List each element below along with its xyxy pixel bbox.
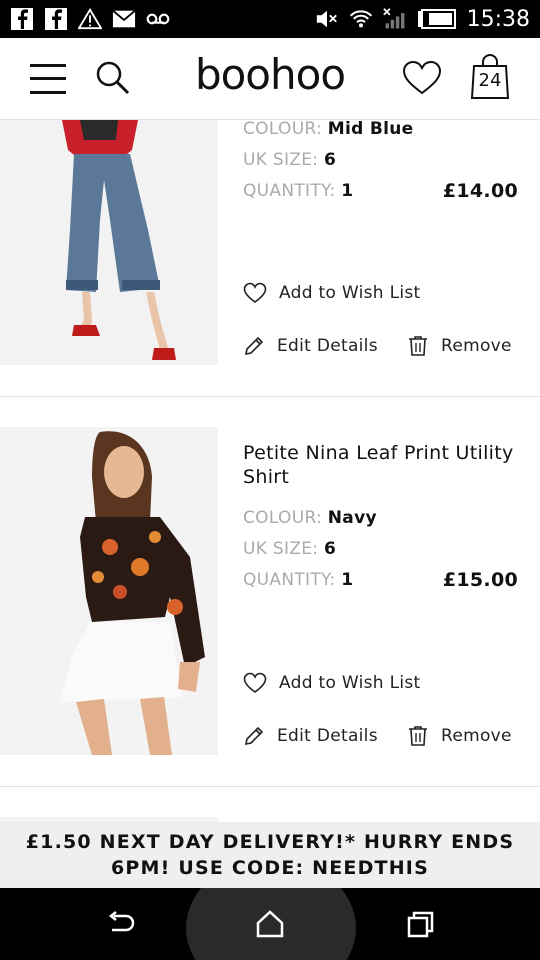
menu-icon[interactable] bbox=[30, 62, 66, 96]
edit-details-button[interactable]: Edit Details bbox=[243, 335, 378, 357]
size-label: UK SIZE: bbox=[243, 150, 319, 170]
back-icon[interactable] bbox=[104, 908, 138, 942]
colour-label: COLOUR: bbox=[243, 508, 323, 528]
wishlist-heart-icon[interactable] bbox=[402, 60, 442, 96]
add-to-wishlist-label: Add to Wish List bbox=[279, 673, 421, 693]
edit-details-label: Edit Details bbox=[277, 336, 378, 356]
signal-icon bbox=[382, 7, 407, 31]
basket-item: Petite Nina Leaf Print Utility Shirt COL… bbox=[0, 397, 540, 787]
recent-apps-icon[interactable] bbox=[404, 908, 438, 942]
battery-icon bbox=[417, 7, 457, 31]
promo-banner[interactable]: £1.50 NEXT DAY DELIVERY!* HURRY ENDS 6PM… bbox=[0, 822, 540, 888]
quantity-value[interactable]: 1 bbox=[341, 570, 353, 590]
add-to-wishlist-button[interactable]: Add to Wish List bbox=[243, 672, 421, 694]
voicemail-icon bbox=[146, 7, 170, 31]
facebook-icon bbox=[44, 7, 68, 31]
quantity-row[interactable]: QUANTITY: 1 £14.00 bbox=[243, 176, 518, 207]
edit-details-button[interactable]: Edit Details bbox=[243, 725, 378, 747]
pencil-icon bbox=[244, 336, 264, 356]
remove-button[interactable]: Remove bbox=[407, 335, 512, 357]
mute-icon bbox=[315, 7, 339, 31]
size-value: 6 bbox=[324, 150, 337, 170]
trash-icon bbox=[409, 336, 427, 356]
facebook-icon bbox=[10, 7, 34, 31]
home-icon[interactable] bbox=[253, 908, 287, 942]
add-to-wishlist-label: Add to Wish List bbox=[279, 283, 421, 303]
size-label: UK SIZE: bbox=[243, 539, 319, 559]
pencil-icon bbox=[244, 726, 264, 746]
quantity-label: QUANTITY: bbox=[243, 181, 336, 201]
size-value: 6 bbox=[324, 539, 337, 559]
status-bar: 15:38 bbox=[0, 0, 540, 38]
quantity-label: QUANTITY: bbox=[243, 570, 336, 590]
promo-text: £1.50 NEXT DAY DELIVERY!* HURRY ENDS 6PM… bbox=[25, 831, 515, 879]
app-header: boohoo 24 bbox=[0, 38, 540, 120]
size-row: UK SIZE: 6 bbox=[243, 534, 518, 565]
product-details: COLOUR: Mid Blue UK SIZE: 6 QUANTITY: 1 … bbox=[243, 114, 518, 207]
item-price: £14.00 bbox=[442, 180, 518, 202]
bag-count: 24 bbox=[478, 70, 502, 91]
warning-icon bbox=[78, 7, 102, 31]
quantity-row[interactable]: QUANTITY: 1 £15.00 bbox=[243, 565, 518, 596]
product-details: Petite Nina Leaf Print Utility Shirt COL… bbox=[243, 441, 518, 596]
heart-icon bbox=[243, 672, 267, 693]
add-to-wishlist-button[interactable]: Add to Wish List bbox=[243, 282, 421, 304]
product-image[interactable] bbox=[0, 427, 218, 755]
basket-item bbox=[0, 787, 540, 822]
remove-button[interactable]: Remove bbox=[407, 725, 512, 747]
product-title[interactable]: Petite Nina Leaf Print Utility Shirt bbox=[243, 441, 518, 489]
colour-row: COLOUR: Mid Blue bbox=[243, 114, 518, 145]
trash-icon bbox=[409, 726, 427, 746]
brand-logo[interactable]: boohoo bbox=[190, 50, 350, 99]
quantity-value[interactable]: 1 bbox=[341, 181, 353, 201]
size-row: UK SIZE: 6 bbox=[243, 145, 518, 176]
wifi-icon bbox=[349, 7, 373, 31]
colour-label: COLOUR: bbox=[243, 119, 323, 139]
edit-details-label: Edit Details bbox=[277, 726, 378, 746]
product-image[interactable] bbox=[0, 120, 218, 365]
colour-value: Navy bbox=[327, 508, 377, 528]
remove-label: Remove bbox=[441, 726, 512, 746]
system-nav-bar bbox=[0, 888, 540, 960]
status-time: 15:38 bbox=[466, 6, 530, 32]
colour-value: Mid Blue bbox=[327, 119, 414, 139]
basket-item: COLOUR: Mid Blue UK SIZE: 6 QUANTITY: 1 … bbox=[0, 119, 540, 397]
remove-label: Remove bbox=[441, 336, 512, 356]
colour-row: COLOUR: Navy bbox=[243, 503, 518, 534]
mail-icon bbox=[112, 7, 136, 31]
search-icon[interactable] bbox=[95, 60, 131, 96]
item-price: £15.00 bbox=[442, 569, 518, 591]
heart-icon bbox=[243, 282, 267, 303]
